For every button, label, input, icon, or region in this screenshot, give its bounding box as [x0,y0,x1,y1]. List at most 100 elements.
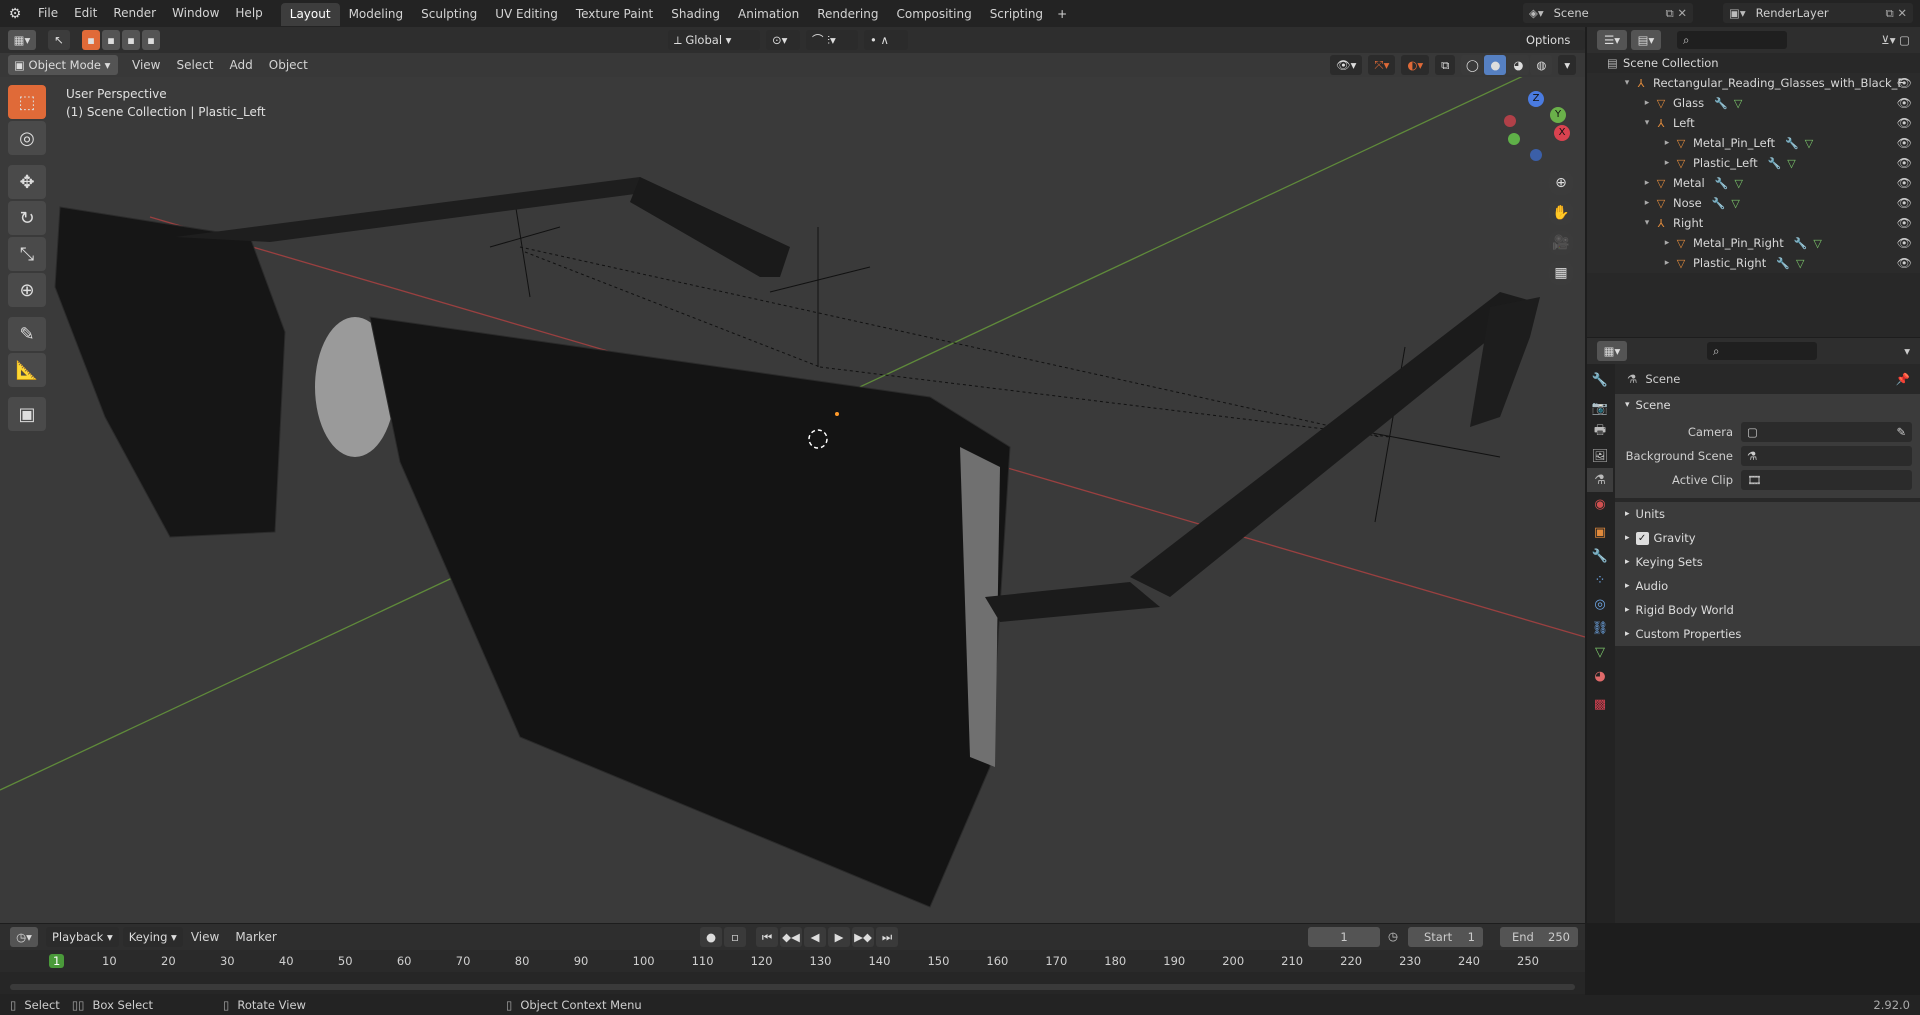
tab-shading[interactable]: Shading [662,3,729,26]
tab-texture-paint[interactable]: Texture Paint [567,3,662,26]
filter-icon[interactable]: ⊻▾ ▢ [1881,33,1910,47]
frame-ruler[interactable]: 1 10 20 30 40 50 60 70 80 90 100 110 120 130 140 150 160… [0,950,1585,972]
camera-field[interactable]: ▢ ✎ [1741,422,1912,442]
scene-panel-header[interactable]: ▾ Scene [1615,394,1920,416]
visibility-eye-icon[interactable]: 👁 [1897,136,1912,150]
keying-sets-panel-header[interactable]: ▸ Keying Sets [1615,550,1920,574]
constraints-tab-icon[interactable]: ⛓ [1587,616,1613,640]
physics-tab-icon[interactable]: ◎ [1587,592,1613,616]
mode-new-icon[interactable]: ▪ [82,30,100,50]
object-menu[interactable]: Object [261,53,316,77]
tab-scripting[interactable]: Scripting [981,3,1052,26]
marker-menu[interactable]: Marker [227,924,284,950]
jump-start-icon[interactable]: ⏮ [756,927,778,947]
scene-close-icon[interactable]: ⧉ ✕ [1665,6,1687,21]
properties-search-input[interactable]: ⌕ [1707,342,1817,360]
next-keyframe-icon[interactable]: ▶◆ [852,927,874,947]
mesh-data-icon[interactable]: ▽ [1813,237,1821,250]
pan-hand-icon[interactable]: ✋ [1548,200,1574,226]
gizmo-icon[interactable]: ⤧▾ [1368,55,1396,75]
jump-end-icon[interactable]: ⏭ [876,927,898,947]
end-frame-field[interactable]: End 250 [1500,927,1578,947]
tab-uv-editing[interactable]: UV Editing [486,3,567,26]
view-layer-selector[interactable]: ▣▾ RenderLayer ⧉ ✕ [1723,3,1913,23]
tab-sculpting[interactable]: Sculpting [412,3,486,26]
outliner-editor-icon[interactable]: ☰▾ [1597,30,1627,50]
mesh-data-icon[interactable]: ▽ [1734,177,1742,190]
visibility-eye-icon[interactable]: 👁 [1897,216,1912,230]
outliner-item-right[interactable]: ▾ ⅄ Right 👁 [1587,213,1920,233]
start-frame-field[interactable]: Start 1 [1408,927,1483,947]
expand-icon[interactable]: ▸ [1641,198,1653,208]
gizmo-x-axis[interactable]: X [1554,125,1570,141]
material-shading-icon[interactable]: ◕ [1507,55,1530,75]
gizmo-neg-y[interactable] [1508,133,1520,145]
gravity-checkbox[interactable]: ✓ [1635,531,1649,545]
modifier-icon[interactable]: 🔧 [1715,177,1729,190]
expand-icon[interactable]: ▸ [1661,258,1673,268]
outliner-item-plastic-right[interactable]: ▸ ▽ Plastic_Right 🔧 ▽ 👁 [1587,253,1920,273]
prev-keyframe-icon[interactable]: ◆◀ [780,927,802,947]
mesh-data-icon[interactable]: ▽ [1805,137,1813,150]
output-tab-icon[interactable]: 🖶 [1587,420,1613,444]
visibility-eye-icon[interactable]: 👁 [1897,116,1912,130]
record-icon[interactable]: ● [700,927,722,947]
tab-animation[interactable]: Animation [729,3,808,26]
expand-icon[interactable]: ▸ [1661,158,1673,168]
scale-tool-icon[interactable]: ⤡ [8,237,46,271]
timeline-track-area[interactable] [0,972,1585,994]
mesh-data-icon[interactable]: ▽ [1787,157,1795,170]
visibility-eye-icon[interactable]: 👁 [1897,76,1912,90]
3d-viewport[interactable]: ▦▾ ↖ ▪ ▪ ▪ ▪ ⟂ Global ▾ ⊙▾ ⌒ ⫶▾ • ∧ Opti… [0,27,1585,923]
menu-render[interactable]: Render [105,0,164,27]
timeline-scrollbar[interactable] [10,984,1575,990]
zoom-icon[interactable]: ⊕ [1548,170,1574,196]
collapse-icon[interactable]: ▾ [1641,118,1653,128]
gizmo-neg-x[interactable] [1504,115,1516,127]
particles-tab-icon[interactable]: ⁘ [1587,568,1613,592]
gizmo-z-axis[interactable]: Z [1528,91,1544,107]
menu-help[interactable]: Help [227,0,270,27]
keying-menu[interactable]: Keying ▾ [122,927,183,947]
mesh-data-icon[interactable]: ▽ [1734,97,1742,110]
collapse-icon[interactable]: ▾ [1621,78,1633,88]
outliner-item-left[interactable]: ▾ ⅄ Left 👁 [1587,113,1920,133]
properties-editor-icon[interactable]: ▦▾ [1597,341,1627,361]
add-workspace-button[interactable]: + [1052,3,1072,26]
modifier-icon[interactable]: 🔧 [1794,237,1808,250]
transform-tool-icon[interactable]: ⊕ [8,273,46,307]
custom-properties-panel-header[interactable]: ▸ Custom Properties [1615,622,1920,646]
mode-subtract-icon[interactable]: ▪ [122,30,140,50]
select-box-tool-icon[interactable]: ⬚ [8,85,46,119]
texture-tab-icon[interactable]: ▩ [1587,692,1613,716]
measure-tool-icon[interactable]: 📐 [8,353,46,387]
overlay-icon[interactable]: ◐▾ [1401,55,1430,75]
play-icon[interactable]: ▶ [828,927,850,947]
modifier-icon[interactable]: 🔧 [1768,157,1782,170]
ortho-grid-icon[interactable]: ▦ [1548,260,1574,286]
visibility-eye-icon[interactable]: 👁 [1897,236,1912,250]
data-tab-icon[interactable]: ▽ [1587,640,1613,664]
eyedropper-icon[interactable]: ✎ [1896,425,1906,439]
rigid-body-panel-header[interactable]: ▸ Rigid Body World [1615,598,1920,622]
timeline-editor-icon[interactable]: ◷▾ [10,927,38,947]
mesh-data-icon[interactable]: ▽ [1796,257,1804,270]
units-panel-header[interactable]: ▸ Units [1615,502,1920,526]
visibility-eye-icon[interactable]: 👁 [1897,196,1912,210]
gravity-panel-header[interactable]: ▸ ✓ Gravity [1615,526,1920,550]
blender-logo-icon[interactable]: ⚙ [0,6,30,22]
outliner-search-input[interactable]: ⌕ [1677,31,1787,49]
xray-icon[interactable]: ⧉ [1435,55,1456,75]
modifier-icon[interactable]: 🔧 [1776,257,1790,270]
pin-icon[interactable]: 📌 [1896,372,1910,386]
add-cube-tool-icon[interactable]: ▣ [8,397,46,431]
material-tab-icon[interactable]: ◕ [1587,664,1613,688]
visibility-eye-icon[interactable]: 👁 [1897,176,1912,190]
expand-icon[interactable]: ▸ [1641,98,1653,108]
outliner-item-metal-pin-right[interactable]: ▸ ▽ Metal_Pin_Right 🔧 ▽ 👁 [1587,233,1920,253]
preview-range-icon[interactable]: ◷ [1388,929,1398,943]
modifier-icon[interactable]: 🔧 [1714,97,1728,110]
proportional-edit[interactable]: • ∧ [864,30,908,50]
add-menu[interactable]: Add [222,53,261,77]
menu-window[interactable]: Window [164,0,227,27]
